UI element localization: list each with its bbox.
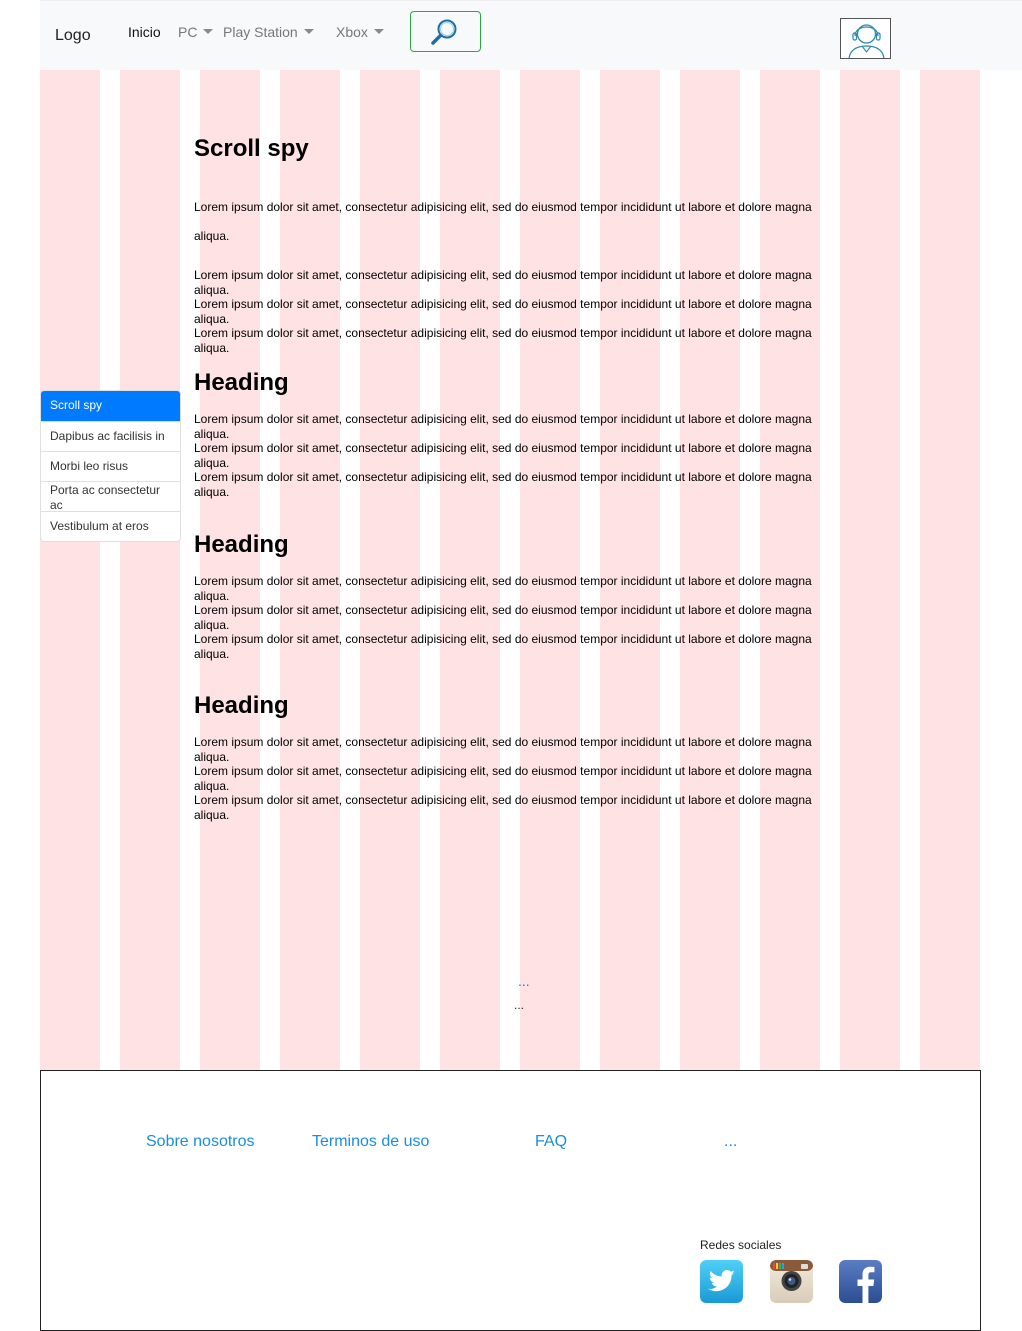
paragraph: Lorem ipsum dolor sit amet, consectetur … bbox=[194, 268, 812, 297]
instagram-icon bbox=[770, 1260, 813, 1303]
user-avatar[interactable] bbox=[840, 18, 891, 59]
paragraph: Lorem ipsum dolor sit amet, consectetur … bbox=[194, 603, 812, 632]
section-heading: Heading bbox=[194, 531, 289, 558]
social-title: Redes sociales bbox=[700, 1238, 782, 1252]
paragraph: Lorem ipsum dolor sit amet, consectetur … bbox=[194, 632, 812, 661]
nav-item-label: Play Station bbox=[223, 24, 298, 40]
nav-item-label: Xbox bbox=[336, 24, 368, 40]
logo[interactable]: Logo bbox=[55, 27, 91, 45]
nav-item-label: Inicio bbox=[128, 24, 161, 40]
paragraph: Lorem ipsum dolor sit amet, consectetur … bbox=[194, 764, 812, 793]
sidebar-item-vestibulum[interactable]: Vestibulum at eros bbox=[41, 511, 180, 541]
twitter-link[interactable] bbox=[700, 1260, 743, 1303]
section-heading: Heading bbox=[194, 692, 289, 719]
facebook-icon bbox=[839, 1260, 882, 1303]
sidebar-item-scroll-spy[interactable]: Scroll spy bbox=[41, 391, 180, 421]
grid-column bbox=[840, 70, 900, 1070]
nav-item-pc[interactable]: PC bbox=[178, 24, 214, 40]
grid-column bbox=[120, 70, 180, 1070]
sidebar-item-porta[interactable]: Porta ac consectetur ac bbox=[41, 481, 180, 512]
paragraph: Lorem ipsum dolor sit amet, consectetur … bbox=[194, 200, 812, 243]
section-heading: Scroll spy bbox=[194, 135, 309, 162]
nav-item-inicio[interactable]: Inicio bbox=[128, 24, 161, 40]
nav-item-play-station[interactable]: Play Station bbox=[223, 24, 314, 40]
sidebar-item-dapibus[interactable]: Dapibus ac facilisis in bbox=[41, 421, 180, 451]
more-text: ... bbox=[514, 998, 525, 1012]
navbar: Logo Inicio PC Play Station Xbox bbox=[40, 0, 1022, 70]
paragraph: Lorem ipsum dolor sit amet, consectetur … bbox=[194, 793, 812, 822]
instagram-link[interactable] bbox=[770, 1260, 813, 1303]
grid-column bbox=[920, 70, 980, 1070]
grid-column bbox=[40, 70, 100, 1070]
sidebar-item-morbi[interactable]: Morbi leo risus bbox=[41, 451, 180, 481]
scrollspy-list-group: Scroll spy Dapibus ac facilisis in Morbi… bbox=[40, 390, 181, 542]
nav-item-xbox[interactable]: Xbox bbox=[336, 24, 384, 40]
search-icon bbox=[431, 19, 457, 45]
footer-link-terminos[interactable]: Terminos de uso bbox=[312, 1133, 429, 1151]
facebook-link[interactable] bbox=[839, 1260, 882, 1303]
nav-item-label: PC bbox=[178, 24, 198, 40]
paragraph: Lorem ipsum dolor sit amet, consectetur … bbox=[194, 326, 812, 355]
paragraph: Lorem ipsum dolor sit amet, consectetur … bbox=[194, 574, 812, 603]
paragraph: Lorem ipsum dolor sit amet, consectetur … bbox=[194, 297, 812, 326]
footer: Sobre nosotros Terminos de uso FAQ ... R… bbox=[40, 1070, 981, 1331]
section-heading: Heading bbox=[194, 369, 289, 396]
paragraph: Lorem ipsum dolor sit amet, consectetur … bbox=[194, 441, 812, 470]
paragraph: Lorem ipsum dolor sit amet, consectetur … bbox=[194, 735, 812, 764]
user-avatar-icon bbox=[848, 24, 885, 58]
paragraph: Lorem ipsum dolor sit amet, consectetur … bbox=[194, 470, 812, 499]
search-button[interactable] bbox=[410, 11, 481, 52]
caret-down-icon bbox=[203, 29, 214, 34]
paragraph: Lorem ipsum dolor sit amet, consectetur … bbox=[194, 412, 812, 441]
caret-down-icon bbox=[373, 29, 384, 34]
footer-link-faq[interactable]: FAQ bbox=[535, 1133, 567, 1151]
footer-link-more[interactable]: ... bbox=[724, 1133, 737, 1151]
footer-link-sobre-nosotros[interactable]: Sobre nosotros bbox=[146, 1133, 255, 1151]
caret-down-icon bbox=[303, 29, 314, 34]
more-link[interactable]: ... bbox=[518, 973, 530, 989]
main-content: Scroll spy Lorem ipsum dolor sit amet, c… bbox=[194, 130, 814, 822]
twitter-icon bbox=[700, 1260, 743, 1303]
